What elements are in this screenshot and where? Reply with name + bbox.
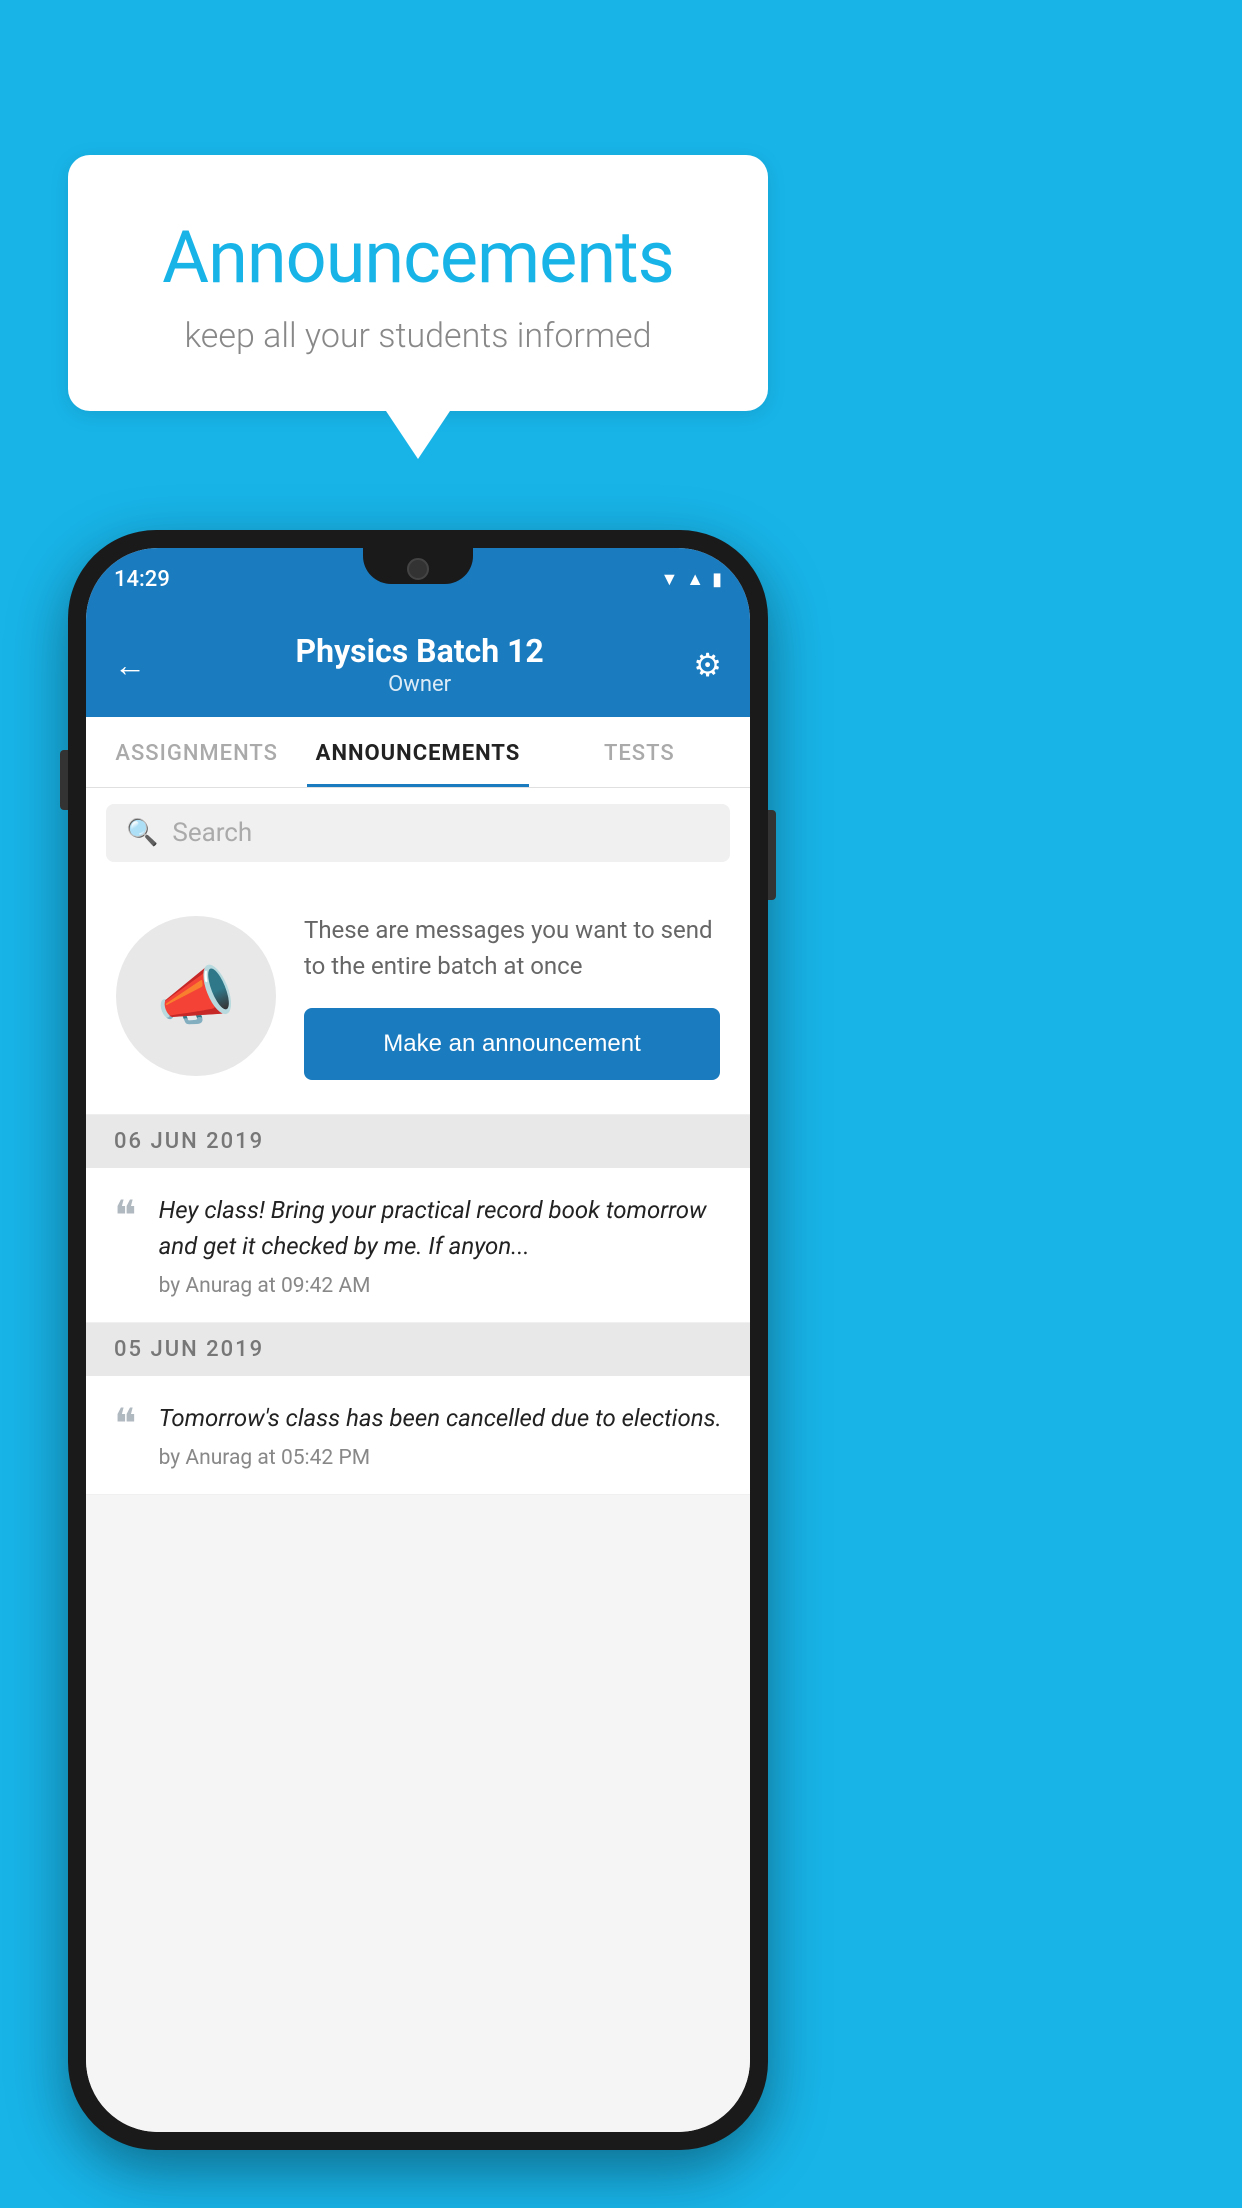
announcement-content-2: Tomorrow's class has been cancelled due … <box>159 1400 722 1470</box>
wifi-icon: ▼ <box>660 569 678 590</box>
phone-side-button-left <box>60 750 68 810</box>
date-separator-jun6: 06 JUN 2019 <box>86 1115 750 1168</box>
quote-icon-1: ❝ <box>114 1196 137 1238</box>
settings-button[interactable]: ⚙ <box>693 646 722 684</box>
tab-tests[interactable]: TESTS <box>529 717 750 787</box>
promo-icon-circle: 📣 <box>116 916 276 1076</box>
bubble-tail <box>386 411 450 459</box>
app-header: ← Physics Batch 12 Owner ⚙ <box>86 610 750 717</box>
header-center: Physics Batch 12 Owner <box>296 632 544 697</box>
phone-outer-shell: 14:29 ▼ ▲ ▮ ← Physics Batch 12 Owner ⚙ <box>68 530 768 2150</box>
status-icons-group: ▼ ▲ ▮ <box>660 569 722 590</box>
announcement-item-2[interactable]: ❝ Tomorrow's class has been cancelled du… <box>86 1376 750 1495</box>
date-label-jun5: 05 JUN 2019 <box>114 1337 264 1362</box>
phone-screen: 14:29 ▼ ▲ ▮ ← Physics Batch 12 Owner ⚙ <box>86 548 750 2132</box>
promo-card: 📣 These are messages you want to send to… <box>86 878 750 1115</box>
phone-mockup: 14:29 ▼ ▲ ▮ ← Physics Batch 12 Owner ⚙ <box>68 530 768 2150</box>
make-announcement-button[interactable]: Make an announcement <box>304 1008 720 1080</box>
status-bar: 14:29 ▼ ▲ ▮ <box>86 548 750 610</box>
announcement-message-1: Hey class! Bring your practical record b… <box>159 1192 722 1264</box>
search-bar[interactable]: 🔍 Search <box>106 804 730 862</box>
status-time: 14:29 <box>114 567 170 592</box>
phone-side-button-right <box>768 810 776 900</box>
signal-icon: ▲ <box>686 569 704 590</box>
header-title: Physics Batch 12 <box>296 632 544 670</box>
announcement-meta-1: by Anurag at 09:42 AM <box>159 1274 722 1298</box>
speech-bubble-section: Announcements keep all your students inf… <box>68 155 768 459</box>
search-bar-container: 🔍 Search <box>86 788 750 878</box>
date-separator-jun5: 05 JUN 2019 <box>86 1323 750 1376</box>
header-subtitle: Owner <box>296 672 544 697</box>
announcement-message-2: Tomorrow's class has been cancelled due … <box>159 1400 722 1436</box>
promo-text-area: These are messages you want to send to t… <box>304 912 720 1080</box>
announcement-content-1: Hey class! Bring your practical record b… <box>159 1192 722 1298</box>
battery-icon: ▮ <box>712 569 722 590</box>
megaphone-icon: 📣 <box>156 959 236 1034</box>
search-placeholder: Search <box>172 818 252 848</box>
speech-bubble-card: Announcements keep all your students inf… <box>68 155 768 411</box>
search-icon: 🔍 <box>126 818 158 848</box>
content-area: 🔍 Search 📣 These are messages you want t… <box>86 788 750 2132</box>
quote-icon-2: ❝ <box>114 1404 137 1446</box>
tab-announcements[interactable]: ANNOUNCEMENTS <box>307 717 528 787</box>
date-label-jun6: 06 JUN 2019 <box>114 1129 264 1154</box>
announcement-meta-2: by Anurag at 05:42 PM <box>159 1446 722 1470</box>
tabs-bar: ASSIGNMENTS ANNOUNCEMENTS TESTS <box>86 717 750 788</box>
phone-camera <box>407 558 429 580</box>
back-button[interactable]: ← <box>114 646 146 684</box>
announcement-item-1[interactable]: ❝ Hey class! Bring your practical record… <box>86 1168 750 1323</box>
tab-assignments[interactable]: ASSIGNMENTS <box>86 717 307 787</box>
bubble-title: Announcements <box>118 215 718 300</box>
promo-description: These are messages you want to send to t… <box>304 912 720 984</box>
bubble-subtitle: keep all your students informed <box>118 316 718 356</box>
phone-notch <box>363 548 473 584</box>
